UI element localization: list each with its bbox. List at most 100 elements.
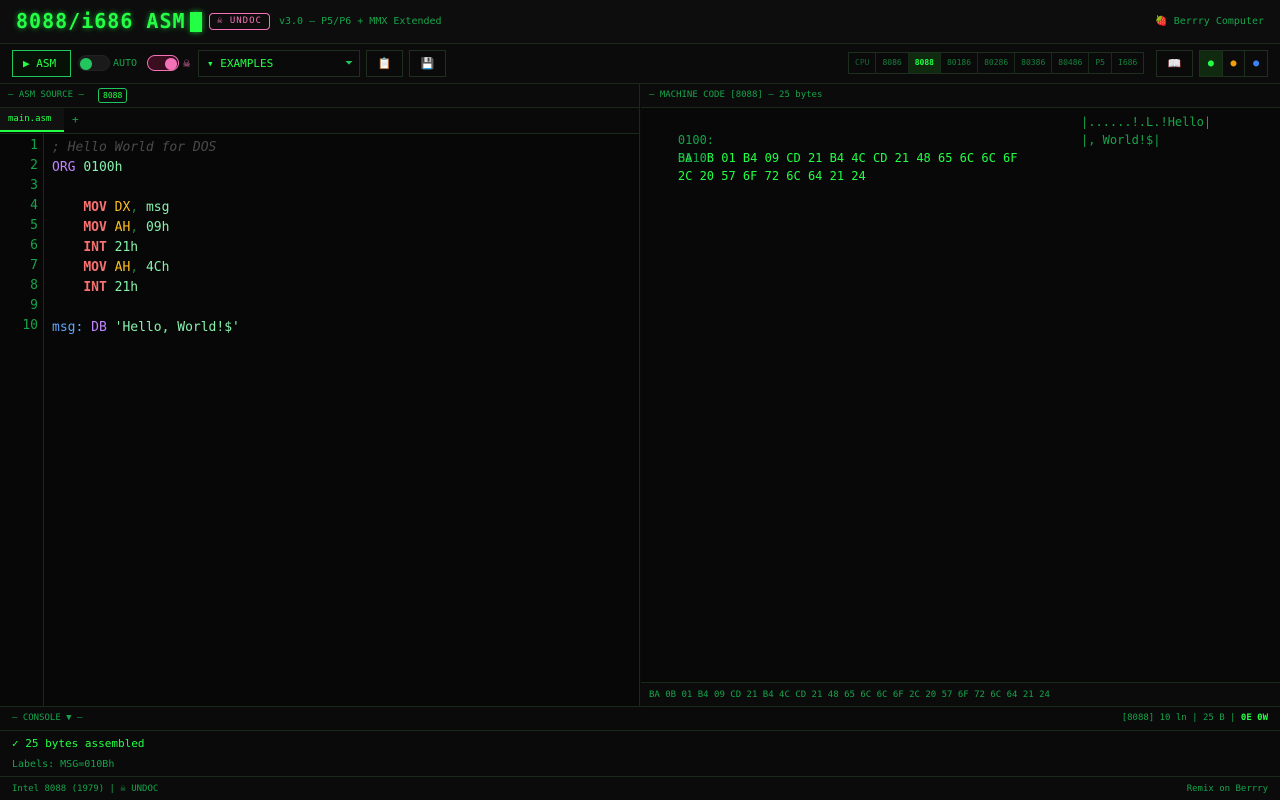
code-token-sp [107, 320, 115, 335]
save-button[interactable]: 💾 [409, 50, 446, 77]
code-token-reg: DX [114, 200, 131, 215]
floppy-disk-icon: 💾 [420, 57, 435, 70]
source-pane: — ASM SOURCE — 8088 main.asm + 1 2 3 4 5 6 7 8 9… [0, 84, 640, 706]
app-title: 8088/i686 ASM [16, 9, 186, 33]
cpu-option-80386[interactable]: 80386 [1015, 53, 1053, 73]
line-number: 1 [30, 138, 38, 153]
code-token-comment: ; Hello World for DOS [52, 140, 217, 155]
code-token-op: MOV [83, 200, 107, 215]
theme-green-button[interactable]: ● [1200, 51, 1223, 76]
line-number: 8 [30, 278, 38, 293]
file-tabs: main.asm + [0, 108, 639, 134]
hex-byte-strip: BA 0B 01 B4 09 CD 21 B4 4C CD 21 48 65 6… [641, 682, 1280, 706]
source-cpu-tag: 8088 [98, 88, 128, 103]
code-token-op: INT [83, 280, 107, 295]
chevron-down-icon: ⏷ [345, 58, 353, 69]
book-icon: 📖 [1167, 57, 1182, 70]
line-number-gutter: 1 2 3 4 5 6 7 8 9 10 [0, 134, 44, 706]
brand-link[interactable]: 🍓 Berrry Computer [1155, 16, 1264, 27]
code-line: msg: DB 'Hello, World!$' [52, 318, 240, 338]
cpu-option-i686[interactable]: I686 [1112, 53, 1143, 73]
code-token-punc: , [130, 260, 139, 275]
undoc-toggle-knob [165, 58, 177, 70]
code-editor[interactable]: ; Hello World for DOS ORG 0100h MOV DX, m… [52, 134, 632, 706]
assemble-button[interactable]: ▶ ASM [12, 50, 71, 77]
status-bar: Intel 8088 (1979) | ☠ UNDOC Remix on Ber… [0, 776, 1280, 800]
examples-dropdown[interactable]: ▾ EXAMPLES ⏷ [198, 50, 360, 77]
console-toggle[interactable]: — CONSOLE ▼ — [12, 713, 82, 723]
cpu-option-p5[interactable]: P5 [1089, 53, 1112, 73]
code-line: MOV DX, msg [52, 198, 169, 218]
version-text: v3.0 — P5/P6 + MMX Extended [279, 16, 442, 27]
theme-blue-button[interactable]: ● [1245, 51, 1267, 76]
console-stats: [8088] 10 ln | 25 B | 0E 0W [1122, 713, 1268, 723]
code-token-sp [107, 280, 115, 295]
console-labels: Labels: MSG=010Bh [12, 759, 115, 770]
code-token-sp [83, 320, 91, 335]
cpu-selector: CPU 8086 8088 80186 80286 80386 80486 P5… [848, 52, 1145, 74]
console-panel: — CONSOLE ▼ — [8088] 10 ln | 25 B | 0E 0… [0, 706, 1280, 776]
code-line: MOV AH, 4Ch [52, 258, 169, 278]
clipboard-icon: 📋 [377, 57, 392, 70]
add-tab-button[interactable]: + [72, 113, 79, 126]
code-token-dir: DB [91, 320, 107, 335]
code-token-reg: AH [114, 260, 131, 275]
code-line: MOV AH, 09h [52, 218, 169, 238]
line-number: 7 [30, 258, 38, 273]
machine-code-pane: — MACHINE CODE [8088] — 25 bytes 0100: B… [641, 84, 1280, 706]
theme-selector: ● ● ● [1199, 50, 1268, 77]
code-token-sp [107, 200, 115, 215]
cpu-option-80486[interactable]: 80486 [1052, 53, 1090, 73]
code-token-sp [138, 200, 146, 215]
code-token-num: 4Ch [145, 260, 170, 275]
cpu-option-8088[interactable]: 8088 [908, 53, 941, 73]
code-token-num: 09h [145, 220, 170, 235]
app-header: 8088/i686 ASM ☠ UNDOC v3.0 — P5/P6 + MMX… [0, 0, 1280, 44]
line-number: 4 [30, 198, 38, 213]
hex-ascii: |, World!$| [1081, 133, 1161, 147]
code-token-sp [107, 240, 115, 255]
cpu-option-8086[interactable]: 8086 [876, 53, 909, 73]
remix-link[interactable]: Remix on Berrry [1187, 784, 1268, 794]
code-token-id: msg [145, 200, 170, 215]
copy-button[interactable]: 📋 [366, 50, 403, 77]
examples-label: ▾ EXAMPLES [207, 57, 274, 70]
cpu-info: Intel 8088 (1979) | ☠ UNDOC [12, 784, 159, 794]
hex-row: 0110: 2C 20 57 6F 72 6C 64 21 24 |, Worl… [649, 131, 1161, 221]
console-header: — CONSOLE ▼ — [8088] 10 ln | 25 B | 0E 0… [0, 707, 1280, 731]
code-line: ; Hello World for DOS [52, 138, 216, 158]
auto-label: AUTO [113, 58, 138, 69]
code-token-label: msg: [52, 320, 84, 335]
console-stats-text: [8088] 10 ln | 25 B | [1121, 713, 1241, 723]
line-number: 10 [22, 318, 38, 333]
code-token-str: 'Hello, World!$' [114, 320, 240, 335]
hex-ascii: |......!.L.!Hello| [1081, 115, 1212, 129]
cpu-option-80186[interactable]: 80186 [941, 53, 979, 73]
code-line: ORG 0100h [52, 158, 122, 178]
line-number: 6 [30, 238, 38, 253]
cpu-option-80286[interactable]: 80286 [978, 53, 1016, 73]
code-token-sp [107, 220, 115, 235]
source-pane-header: — ASM SOURCE — 8088 [0, 84, 639, 108]
theme-amber-button[interactable]: ● [1223, 51, 1246, 76]
code-token-sp [138, 260, 146, 275]
undoc-toggle[interactable] [147, 55, 179, 71]
code-token-num: 0100h [83, 160, 123, 175]
cursor-block-icon [190, 12, 202, 32]
tab-main-asm[interactable]: main.asm [0, 108, 64, 132]
code-token-reg: AH [114, 220, 131, 235]
undoc-badge: ☠ UNDOC [209, 13, 270, 30]
hex-address: 0110: [677, 151, 715, 165]
code-token-op: INT [83, 240, 107, 255]
code-line: INT 21h [52, 238, 138, 258]
auto-toggle-knob [80, 58, 92, 70]
machine-code-header-label: — MACHINE CODE [8088] — 25 bytes [649, 90, 823, 100]
code-token-sp [107, 260, 115, 275]
auto-toggle[interactable] [78, 55, 110, 71]
docs-button[interactable]: 📖 [1156, 50, 1193, 77]
